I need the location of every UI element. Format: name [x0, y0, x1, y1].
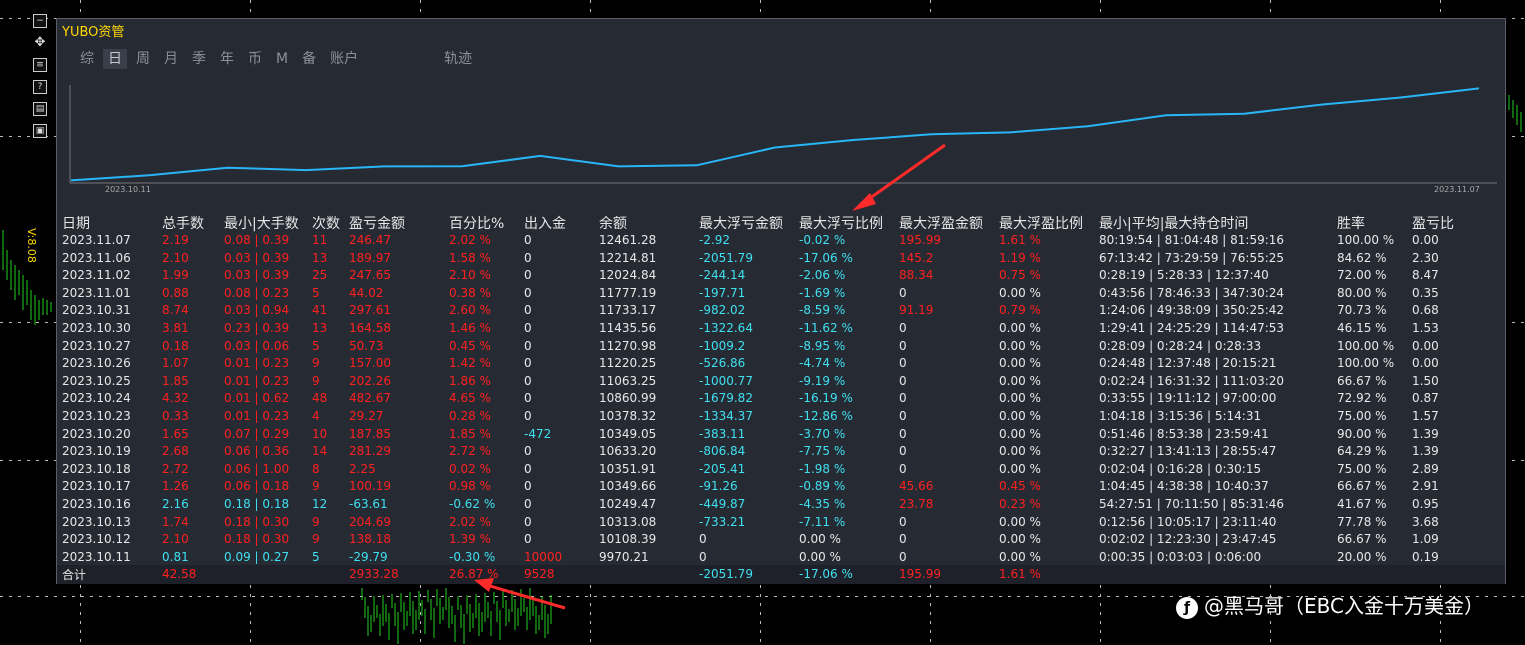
arrow-to-max-float-loss [852, 143, 946, 211]
watermark-text: @黑马哥（EBC入金十万美金） [1204, 594, 1484, 618]
social-icon: ƒ [1176, 596, 1198, 619]
arrow-to-total-pct [474, 578, 566, 610]
watermark: ƒ @黑马哥（EBC入金十万美金） [1176, 590, 1484, 619]
annotation-arrows [474, 143, 946, 610]
